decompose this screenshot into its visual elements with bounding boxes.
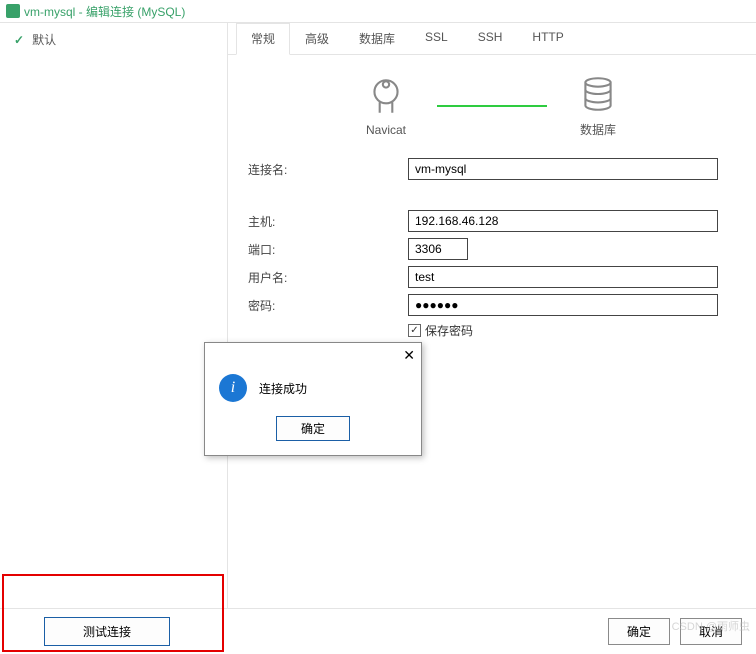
pass-input[interactable] (408, 294, 718, 316)
diagram-right-label: 数据库 (580, 121, 616, 138)
port-label: 端口: (248, 241, 408, 258)
close-icon[interactable]: ✕ (403, 347, 415, 364)
test-connection-button[interactable]: 测试连接 (44, 617, 170, 646)
host-label: 主机: (248, 213, 408, 230)
conn-name-input[interactable] (408, 158, 718, 180)
user-label: 用户名: (248, 269, 408, 286)
save-pass-checkbox[interactable]: ✓ (408, 324, 421, 337)
dialog-message: 连接成功 (259, 380, 307, 397)
diagram-connector (437, 105, 547, 107)
app-icon (6, 4, 20, 18)
save-pass-row[interactable]: ✓ 保存密码 (408, 322, 736, 339)
main-area: ✓ 默认 + 新建连接配置文件 常规 高级 数据库 SSL SSH HTTP N… (0, 22, 756, 632)
sidebar-item-label: 默认 (32, 31, 56, 48)
host-input[interactable] (408, 210, 718, 232)
tab-advanced[interactable]: 高级 (290, 23, 344, 54)
tab-http[interactable]: HTTP (517, 23, 578, 54)
tab-bar: 常规 高级 数据库 SSL SSH HTTP (228, 23, 756, 55)
diagram-database: 数据库 (577, 73, 619, 138)
sidebar-item-default[interactable]: ✓ 默认 (0, 23, 227, 56)
pass-label: 密码: (248, 297, 408, 314)
diagram-navicat: Navicat (365, 75, 407, 137)
tab-database[interactable]: 数据库 (344, 23, 410, 54)
watermark: CSDN @雨师虫 (672, 618, 750, 634)
tab-ssl[interactable]: SSL (410, 23, 463, 54)
footer: 测试连接 确定 取消 (0, 608, 756, 654)
conn-name-label: 连接名: (248, 161, 408, 178)
window-title: vm-mysql - 编辑连接 (MySQL) (24, 3, 185, 20)
sidebar: ✓ 默认 + 新建连接配置文件 (0, 23, 228, 632)
tab-general[interactable]: 常规 (236, 23, 290, 55)
port-input[interactable] (408, 238, 468, 260)
sidebar-spacer (0, 56, 227, 599)
check-icon: ✓ (14, 33, 24, 47)
ok-button[interactable]: 确定 (608, 618, 670, 645)
dialog-ok-button[interactable]: 确定 (276, 416, 350, 441)
save-pass-label: 保存密码 (425, 322, 473, 339)
connection-diagram: Navicat 数据库 (228, 55, 756, 148)
navicat-icon (365, 75, 407, 117)
content-pane: 常规 高级 数据库 SSL SSH HTTP Navicat (228, 23, 756, 632)
form: 连接名: 主机: 端口: 用户名: 密码: ✓ 保存密码 (228, 148, 756, 343)
database-icon (577, 73, 619, 115)
user-input[interactable] (408, 266, 718, 288)
success-dialog: ✕ i 连接成功 确定 (204, 342, 422, 456)
tab-ssh[interactable]: SSH (463, 23, 518, 54)
info-icon: i (219, 374, 247, 402)
window-titlebar: vm-mysql - 编辑连接 (MySQL) (0, 0, 756, 22)
diagram-left-label: Navicat (366, 123, 406, 137)
